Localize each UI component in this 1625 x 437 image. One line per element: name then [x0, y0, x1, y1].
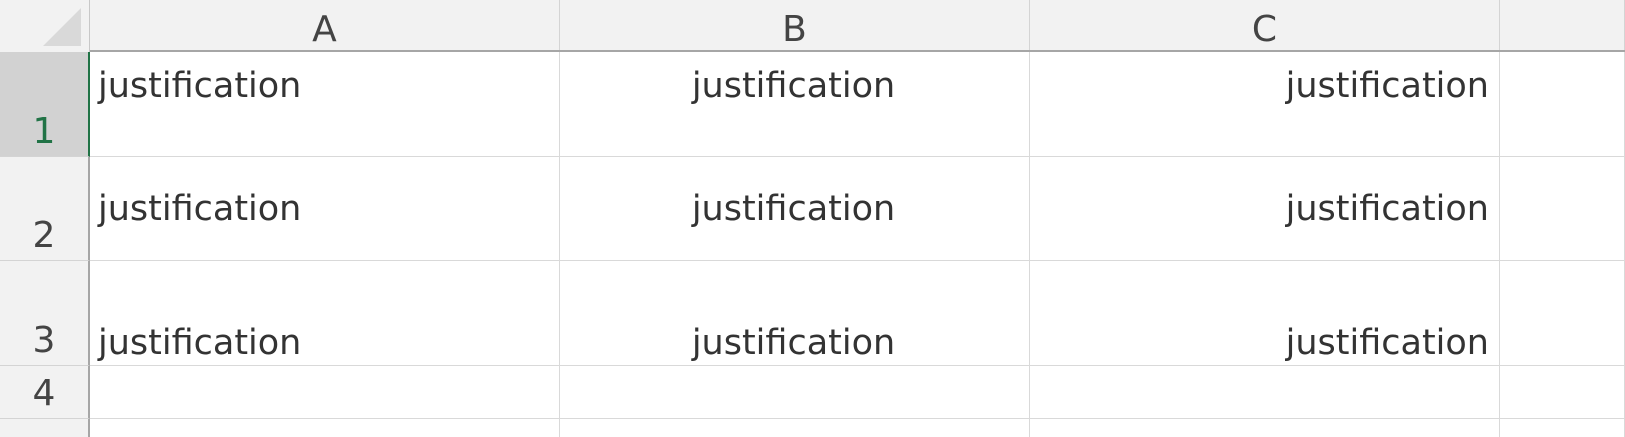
- select-all-corner[interactable]: [0, 0, 90, 52]
- cell-d3[interactable]: [1500, 261, 1625, 366]
- cell-a2[interactable]: justification: [90, 157, 560, 261]
- cell-a3[interactable]: justification: [90, 261, 560, 366]
- row-header-3[interactable]: 3: [0, 261, 90, 366]
- cell-d4[interactable]: [1500, 366, 1625, 419]
- cell-c1[interactable]: justification: [1030, 52, 1500, 157]
- row-header-5[interactable]: [0, 419, 90, 437]
- cell-c4[interactable]: [1030, 366, 1500, 419]
- row-header-4[interactable]: 4: [0, 366, 90, 419]
- cell-d5[interactable]: [1500, 419, 1625, 437]
- spreadsheet-grid: A B C 1 2 3 4 justification justificatio…: [0, 0, 1625, 437]
- cell-c5[interactable]: [1030, 419, 1500, 437]
- cell-d2[interactable]: [1500, 157, 1625, 261]
- cell-b1[interactable]: justification: [560, 52, 1030, 157]
- cell-d1[interactable]: [1500, 52, 1625, 157]
- cell-c3[interactable]: justification: [1030, 261, 1500, 366]
- column-header-a[interactable]: A: [90, 0, 560, 50]
- cell-a1[interactable]: justification: [90, 52, 560, 157]
- column-header-d[interactable]: [1500, 0, 1625, 50]
- column-header-c[interactable]: C: [1030, 0, 1500, 50]
- row-header-2[interactable]: 2: [0, 157, 90, 261]
- select-all-triangle-icon: [43, 8, 81, 46]
- cell-c2[interactable]: justification: [1030, 157, 1500, 261]
- cell-b2[interactable]: justification: [560, 157, 1030, 261]
- cell-b5[interactable]: [560, 419, 1030, 437]
- cell-a5[interactable]: [90, 419, 560, 437]
- column-header-b[interactable]: B: [560, 0, 1030, 50]
- cell-b4[interactable]: [560, 366, 1030, 419]
- cell-a4[interactable]: [90, 366, 560, 419]
- cell-b3[interactable]: justification: [560, 261, 1030, 366]
- row-header-1[interactable]: 1: [0, 52, 90, 157]
